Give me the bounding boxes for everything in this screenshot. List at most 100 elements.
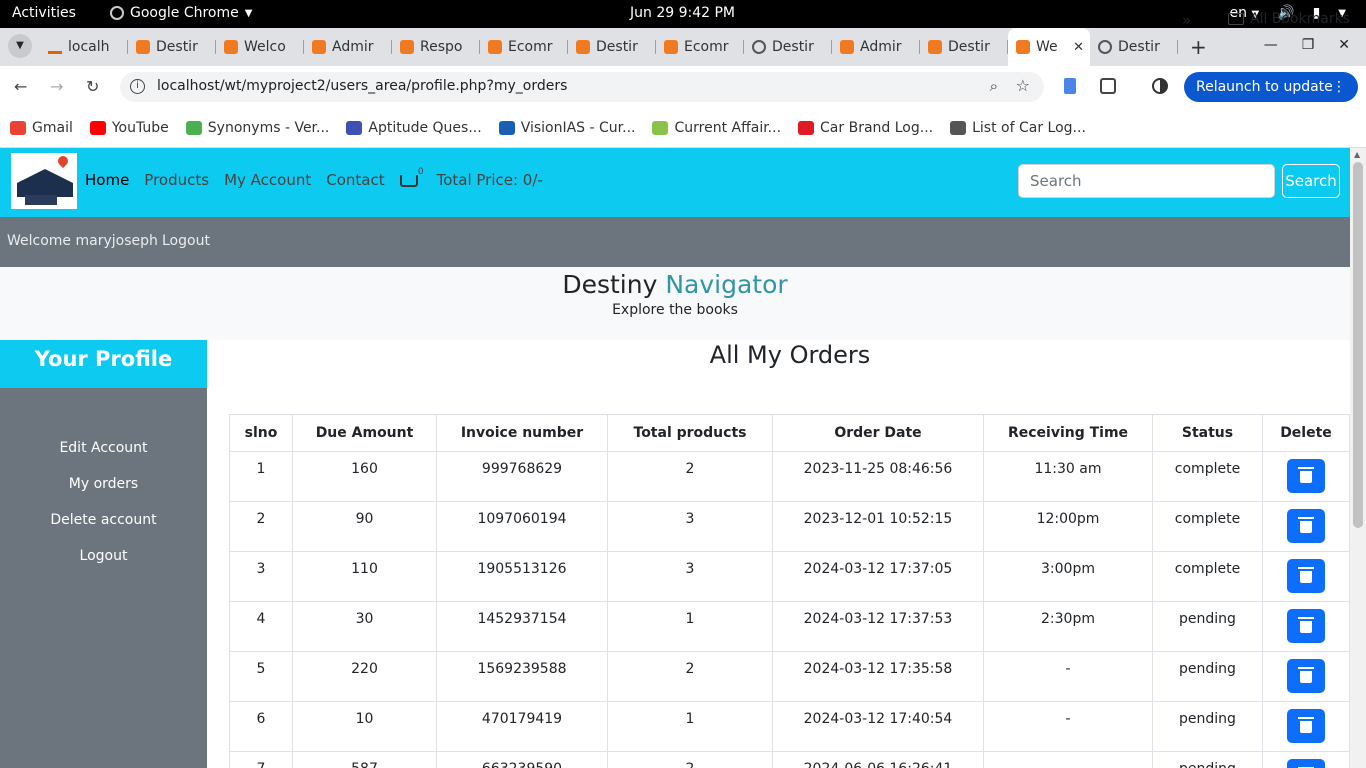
browser-tab[interactable]: Destir [568, 28, 656, 66]
back-arrow-icon[interactable]: ← [14, 77, 27, 96]
table-cell: 30 [292, 601, 437, 652]
table-cell: 4 [229, 601, 293, 652]
sidebar-item-delete-account[interactable]: Delete account [0, 502, 207, 538]
relaunch-button[interactable]: Relaunch to update ⋮ [1184, 72, 1358, 102]
forward-arrow-icon[interactable]: → [50, 77, 63, 96]
delete-order-button[interactable] [1287, 559, 1325, 593]
table-cell: - [983, 701, 1153, 752]
clock[interactable]: Jun 29 9:42 PM [630, 5, 735, 21]
browser-tab[interactable]: Destir [1090, 28, 1178, 66]
delete-order-button[interactable] [1287, 659, 1325, 693]
browser-tab[interactable]: Destir [128, 28, 216, 66]
zoom-icon[interactable]: ⌕ [990, 77, 998, 95]
browser-toolbar: ← → ↻ i localhost/wt/myproject2/users_ar… [0, 66, 1366, 108]
browser-tab[interactable]: Welco [216, 28, 304, 66]
delete-order-button[interactable] [1287, 709, 1325, 743]
logout-link[interactable]: Logout [162, 233, 210, 249]
tab-label: Destir [1118, 39, 1160, 55]
browser-tab[interactable]: localh [40, 28, 128, 66]
activities-button[interactable]: Activities [12, 5, 76, 21]
nav-contact[interactable]: Contact [326, 171, 384, 189]
table-cell: 3:00pm [983, 551, 1153, 602]
search-input[interactable]: Search [1018, 164, 1275, 198]
close-tab-icon[interactable]: ✕ [1073, 40, 1084, 55]
xampp-icon [664, 40, 678, 54]
delete-order-button[interactable] [1287, 509, 1325, 543]
trash-icon [1298, 617, 1314, 633]
delete-cell [1262, 701, 1350, 752]
app-menu[interactable]: Google Chrome ▼ [110, 5, 252, 21]
profile-icon[interactable] [1152, 78, 1168, 94]
bookmarks-overflow-icon[interactable]: » [1182, 11, 1191, 29]
delete-order-button[interactable] [1287, 609, 1325, 643]
table-cell: 2:30pm [983, 601, 1153, 652]
table-cell: 110 [292, 551, 437, 602]
bookmark-item[interactable]: YouTube [89, 120, 169, 136]
browser-tab[interactable]: Ecomr [480, 28, 568, 66]
delete-order-button[interactable] [1287, 459, 1325, 493]
nav-home[interactable]: Home [85, 171, 129, 189]
nav-my-account[interactable]: My Account [224, 171, 311, 189]
table-cell: 10 [292, 701, 437, 752]
tab-search-button[interactable]: ▼ [8, 34, 32, 58]
bookmark-item[interactable]: Synonyms - Ver... [185, 120, 329, 136]
menu-dots-icon[interactable]: ⋮ [1332, 72, 1346, 102]
map-pin-icon [55, 153, 71, 169]
search-button[interactable]: Search [1282, 164, 1340, 198]
welcome-text: Welcome maryjoseph [7, 233, 158, 249]
maximize-icon[interactable]: ❐ [1302, 37, 1315, 53]
close-window-icon[interactable]: ✕ [1338, 37, 1350, 53]
bookmark-item[interactable]: Gmail [10, 120, 73, 136]
site-menu: Home Products My Account Contact 0 Total… [85, 167, 543, 189]
sidebar-title: Your Profile [0, 340, 207, 388]
browser-tab[interactable]: We ✕ [1008, 28, 1090, 66]
table-cell: 1 [607, 601, 773, 652]
extension-docs-icon[interactable] [1064, 78, 1076, 94]
extensions-puzzle-icon[interactable] [1100, 78, 1116, 94]
tagline: Explore the books [612, 302, 738, 318]
scrollbar-thumb[interactable] [1353, 162, 1363, 528]
bookmark-item[interactable]: Current Affair... [652, 120, 781, 136]
sidebar-item-my-orders[interactable]: My orders [0, 466, 207, 502]
bookmark-star-icon[interactable]: ☆ [1016, 76, 1030, 95]
browser-tab[interactable]: Admir [304, 28, 392, 66]
tab-label: Admir [332, 39, 374, 55]
bookmark-item[interactable]: Aptitude Ques... [346, 120, 482, 136]
xampp-icon [136, 40, 150, 54]
folder-icon [1228, 13, 1244, 25]
table-row: 3 110 1905513126 3 2024-03-12 17:37:05 3:00pm… [229, 551, 1350, 602]
minimize-icon[interactable]: — [1264, 37, 1278, 53]
bookmarks-bar: Gmail YouTube Synonyms - Ver... Aptitude Qu… [0, 108, 1366, 148]
address-bar[interactable]: i localhost/wt/myproject2/users_area/pro… [120, 72, 1044, 102]
column-header: Delete [1262, 414, 1350, 452]
bookmark-item[interactable]: List of Car Log... [950, 120, 1086, 136]
new-tab-button[interactable]: + [1190, 35, 1207, 59]
browser-tab[interactable]: Admir [832, 28, 920, 66]
table-cell: 999768629 [436, 451, 608, 502]
bookmark-item[interactable]: Car Brand Log... [798, 120, 933, 136]
browser-tab[interactable]: Destir [744, 28, 832, 66]
trash-icon [1298, 667, 1314, 683]
browser-tab[interactable]: Destir [920, 28, 1008, 66]
url-text[interactable]: localhost/wt/myproject2/users_area/profi… [157, 78, 567, 94]
column-header: Order Date [772, 414, 984, 452]
table-row: 5 220 1569239588 2 2024-03-12 17:35:58- pendi… [229, 651, 1350, 702]
delete-order-button[interactable] [1287, 759, 1325, 768]
sidebar-item-edit-account[interactable]: Edit Account [0, 430, 207, 466]
site-logo[interactable] [11, 153, 77, 209]
bookmark-item[interactable]: VisionIAS - Cur... [498, 120, 635, 136]
sidebar-item-logout[interactable]: Logout [0, 538, 207, 574]
browser-tab[interactable]: Respo [392, 28, 480, 66]
scroll-up-icon[interactable]: ▲ [1354, 150, 1360, 159]
table-cell: 2 [607, 651, 773, 702]
site-info-icon[interactable]: i [130, 79, 145, 94]
browser-tab[interactable]: Ecomr [656, 28, 744, 66]
delete-cell [1262, 651, 1350, 702]
xampp-icon [224, 40, 238, 54]
table-body: 1 160 999768629 2 2023-11-25 08:46:56 11:30 a… [229, 451, 1350, 768]
reload-icon[interactable]: ↻ [86, 77, 99, 96]
page-scrollbar[interactable]: ▲ [1350, 148, 1366, 768]
nav-products[interactable]: Products [144, 171, 209, 189]
cart-icon[interactable]: 0 [399, 167, 424, 187]
all-bookmarks-button[interactable]: All Bookmarks [1228, 11, 1350, 27]
